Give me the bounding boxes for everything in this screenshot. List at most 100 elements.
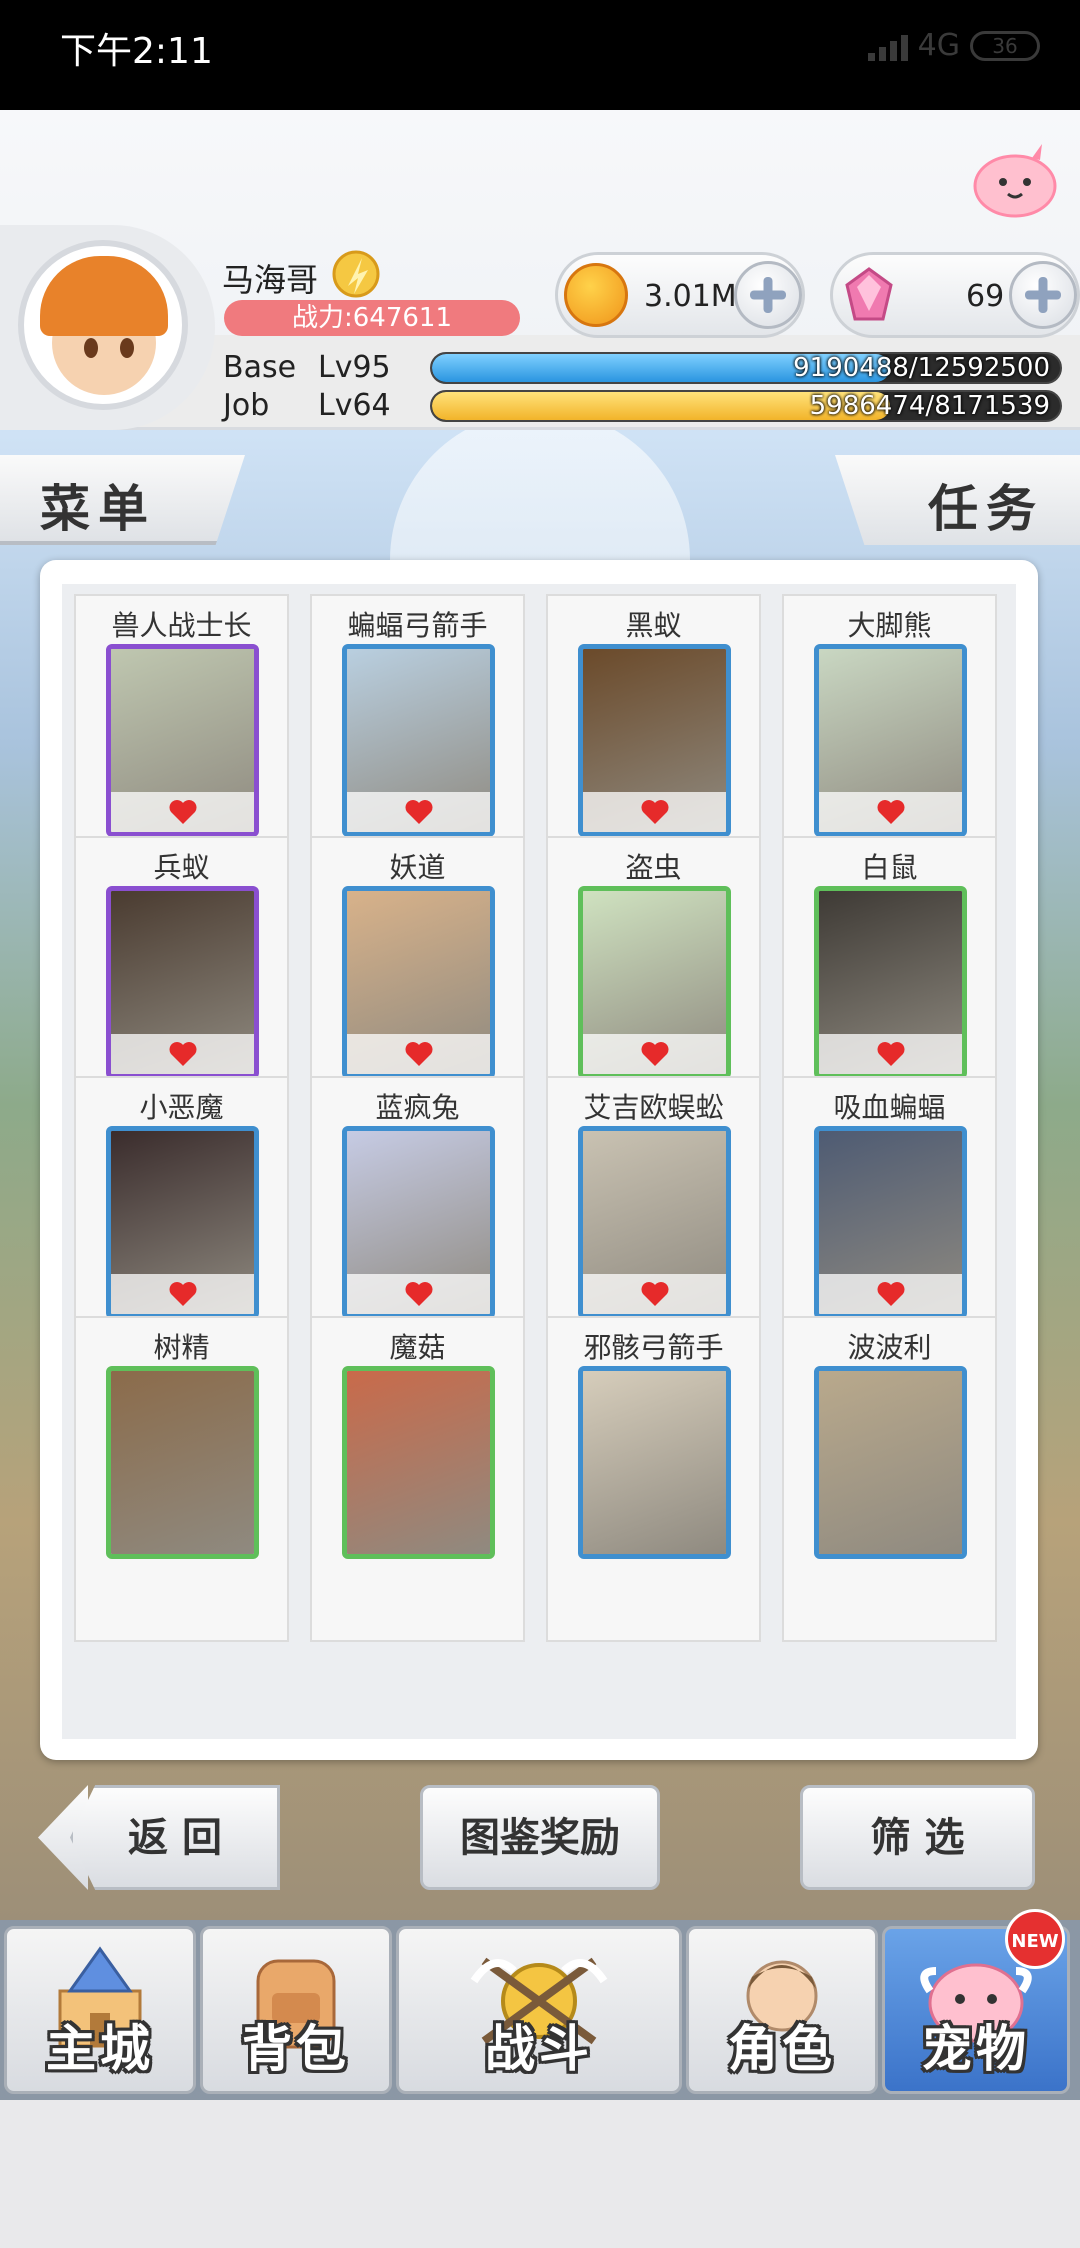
favorite-strip	[819, 1034, 962, 1074]
combat-power: 战力:647611	[224, 300, 520, 336]
status-bar: 下午2:11 4G 36	[0, 0, 1080, 110]
pet-card-name: 邪骸弓箭手	[583, 1331, 724, 1364]
pet-card-portrait[interactable]	[342, 1366, 495, 1559]
pet-card[interactable]: 邪骸弓箭手	[546, 1316, 761, 1642]
nav-item-backpack[interactable]: 背包	[200, 1926, 392, 2094]
favorite-strip	[347, 792, 490, 832]
favorite-strip	[819, 1274, 962, 1314]
pet-card-name: 蓝疯兔	[375, 1091, 460, 1124]
heart-icon[interactable]	[404, 1040, 434, 1068]
pet-card-portrait[interactable]	[106, 644, 259, 837]
pet-portrait-art	[819, 1371, 962, 1554]
network-type: 4G	[917, 28, 960, 63]
pet-card-portrait[interactable]	[814, 1366, 967, 1559]
add-coins-button[interactable]	[734, 261, 802, 329]
avatar-eye	[84, 338, 98, 358]
game-screen: 马海哥 战力:647611 3.01M 69 Base Lv95 9190488…	[0, 110, 1080, 1920]
pet-portrait-art	[111, 1371, 254, 1554]
pet-card[interactable]: 魔菇	[310, 1316, 525, 1642]
heart-icon[interactable]	[404, 798, 434, 826]
pet-card-portrait[interactable]	[342, 1126, 495, 1319]
favorite-strip	[347, 1274, 490, 1314]
pet-card-name: 白鼠	[861, 851, 918, 884]
battery-icon: 36	[970, 30, 1040, 61]
job-exp-text: 5986474/8171539	[809, 391, 1050, 421]
avatar[interactable]	[18, 240, 188, 410]
favorite-strip	[347, 1034, 490, 1074]
battery-level: 36	[992, 33, 1018, 58]
heart-icon[interactable]	[404, 1280, 434, 1308]
pet-card-name: 黑蚁	[625, 609, 682, 642]
pet-card-name: 艾吉欧蜈蚣	[583, 1091, 724, 1124]
pet-card-name: 盗虫	[625, 851, 682, 884]
pet-card[interactable]: 波波利	[782, 1316, 997, 1642]
status-indicators: 4G 36	[867, 28, 1040, 63]
pet-card-portrait[interactable]	[342, 886, 495, 1079]
nav-item-city[interactable]: 主城	[4, 1926, 196, 2094]
pet-card-portrait[interactable]	[106, 1366, 259, 1559]
pet-card-portrait[interactable]	[106, 886, 259, 1079]
pet-card[interactable]: 树精	[74, 1316, 289, 1642]
pet-card-portrait[interactable]	[342, 644, 495, 837]
menu-tab[interactable]: 菜单	[0, 455, 245, 545]
nav-item-pet[interactable]: 宠物 NEW	[882, 1909, 1070, 2094]
pet-card-name: 兵蚁	[153, 851, 210, 884]
heart-icon[interactable]	[640, 1040, 670, 1068]
pet-card-portrait[interactable]	[578, 1366, 731, 1559]
pet-card-portrait[interactable]	[106, 1126, 259, 1319]
job-level: Lv64	[318, 388, 391, 423]
base-label: Base	[223, 350, 297, 385]
pet-card-portrait[interactable]	[814, 644, 967, 837]
favorite-strip	[583, 1034, 726, 1074]
pet-card-name: 兽人战士长	[111, 609, 252, 642]
favorite-strip	[583, 792, 726, 832]
heart-icon[interactable]	[876, 798, 906, 826]
coin-value: 3.01M	[644, 279, 737, 314]
nav-item-character[interactable]: 角色	[686, 1926, 878, 2094]
rank-badge-icon	[332, 250, 380, 298]
heart-icon[interactable]	[168, 798, 198, 826]
signal-icon	[867, 31, 908, 61]
task-tab[interactable]: 任务	[835, 455, 1080, 545]
nav-label-city: 主城	[46, 2020, 154, 2078]
pet-card-name: 树精	[153, 1331, 210, 1364]
pet-card-name: 大脚熊	[847, 609, 932, 642]
favorite-strip	[111, 1274, 254, 1314]
favorite-strip	[111, 1034, 254, 1074]
status-time: 下午2:11	[60, 31, 213, 72]
pet-card-name: 小恶魔	[139, 1091, 224, 1124]
favorite-strip	[819, 792, 962, 832]
menu-tab-label: 菜单	[40, 480, 156, 538]
pet-card-portrait[interactable]	[814, 1126, 967, 1319]
new-badge: NEW	[1005, 1909, 1065, 1969]
heart-icon[interactable]	[876, 1280, 906, 1308]
collection-reward-button[interactable]: 图鉴奖励	[420, 1785, 660, 1890]
heart-icon[interactable]	[168, 1040, 198, 1068]
filter-button[interactable]: 筛 选	[800, 1785, 1035, 1890]
gem-value: 69	[966, 279, 1005, 314]
coin-display: 3.01M	[555, 252, 805, 338]
add-gems-button[interactable]	[1009, 261, 1077, 329]
avatar-eye	[120, 338, 134, 358]
pet-card-portrait[interactable]	[814, 886, 967, 1079]
favorite-strip	[111, 792, 254, 832]
heart-icon[interactable]	[640, 798, 670, 826]
player-header: 马海哥 战力:647611 3.01M 69 Base Lv95 9190488…	[0, 110, 1080, 430]
nav-item-battle[interactable]: 战斗	[396, 1926, 682, 2094]
nav-label-character: 角色	[728, 2020, 836, 2078]
base-exp-bar: 9190488/12592500	[430, 352, 1062, 384]
heart-icon[interactable]	[640, 1280, 670, 1308]
pet-card-portrait[interactable]	[578, 644, 731, 837]
back-button[interactable]: 返 回	[70, 1785, 280, 1890]
pet-portrait-art	[347, 1371, 490, 1554]
nav-label-backpack: 背包	[242, 2020, 350, 2078]
pet-card-portrait[interactable]	[578, 886, 731, 1079]
poring-icon[interactable]	[970, 138, 1060, 218]
gem-display: 69	[830, 252, 1080, 338]
gem-icon	[845, 267, 893, 321]
pet-card-portrait[interactable]	[578, 1126, 731, 1319]
card-grid[interactable]: 兽人战士长37/80蝙蝠弓箭手28/50黑蚁24/50大脚熊23/50兵蚁20/…	[62, 584, 1016, 1739]
player-name: 马海哥	[222, 261, 319, 299]
heart-icon[interactable]	[876, 1040, 906, 1068]
heart-icon[interactable]	[168, 1280, 198, 1308]
